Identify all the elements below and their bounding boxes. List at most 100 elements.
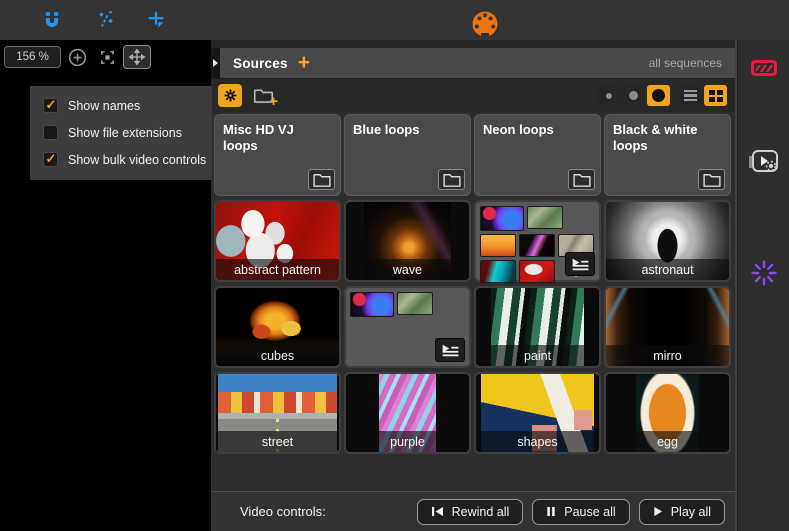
clip-cell[interactable]: wave [344, 200, 471, 282]
list-icon [684, 90, 697, 102]
mini-thumbnail[interactable] [480, 234, 516, 257]
clip-label: purple [346, 431, 469, 452]
view-mode-group [679, 85, 727, 106]
thumb-size-medium[interactable] [622, 85, 645, 106]
rewind-icon [431, 506, 444, 517]
menu-item-show-names[interactable]: Show names [30, 92, 212, 119]
clip-cell[interactable]: purple [344, 372, 471, 454]
list-view-button[interactable] [679, 85, 702, 106]
clip-cell[interactable]: street [214, 372, 341, 454]
clip-group-cell[interactable]: + [474, 200, 601, 282]
gear-icon [223, 88, 238, 103]
sources-grid-area: Misc HD VJ loops Blue loops Neon loops Blac… [211, 112, 735, 491]
rewind-all-button[interactable]: Rewind all [417, 499, 524, 525]
thumb-size-large[interactable] [647, 85, 670, 106]
canvas-panel: 156 % Show namesShow f [0, 40, 211, 531]
checkbox-checked[interactable] [43, 98, 58, 113]
midi-connector-icon[interactable] [470, 9, 500, 39]
grid-view-button[interactable] [704, 85, 727, 106]
thumb-size-group [597, 85, 670, 106]
clip-label: paint [476, 345, 599, 366]
folder-card[interactable]: Misc HD VJ loops [214, 114, 341, 196]
mini-thumbnail[interactable] [480, 260, 516, 283]
laser-hatch-icon[interactable] [751, 60, 777, 76]
grid-icon [709, 90, 723, 102]
video-controls-label: Video controls: [240, 504, 326, 519]
enqueue-button[interactable] [565, 252, 595, 276]
playlist-icon [571, 257, 590, 272]
clip-group-cell[interactable] [344, 286, 471, 368]
clip-label: shapes [476, 431, 599, 452]
pause-icon [546, 506, 556, 517]
magic-wand-icon[interactable] [94, 9, 118, 31]
video-controls-bar: Video controls: Rewind all Pause all [211, 491, 735, 531]
clip-label: abstract pattern [216, 259, 339, 280]
clip-cell[interactable]: astronaut [604, 200, 731, 282]
thumb-size-small[interactable] [597, 85, 620, 106]
mini-thumbnail[interactable] [527, 206, 563, 229]
right-sidebar [737, 40, 789, 531]
mini-thumbnail[interactable] [480, 206, 524, 231]
clip-cell[interactable]: mirro [604, 286, 731, 368]
mini-thumbnail[interactable] [519, 234, 555, 257]
folder-label: Neon loops [483, 122, 592, 138]
sources-toolbar: + [211, 78, 735, 112]
folder-label: Blue loops [353, 122, 462, 138]
menu-item-label: Show file extensions [68, 126, 182, 140]
view-settings-menu: Show names Show file extensions Show bulk … [30, 86, 212, 180]
new-folder-button[interactable]: + [253, 87, 274, 104]
mini-thumbnail[interactable] [350, 292, 394, 317]
play-icon [653, 506, 663, 517]
folder-card[interactable]: Neon loops [474, 114, 601, 196]
clip-cell[interactable]: shapes [474, 372, 601, 454]
clip-cell[interactable]: cubes [214, 286, 341, 368]
video-output-settings-icon[interactable] [747, 148, 781, 176]
chevron-right-icon [213, 59, 218, 67]
clip-label: street [216, 431, 339, 452]
zoom-level-field[interactable]: 156 % [4, 46, 61, 68]
sources-header: Sources + all sequences [211, 48, 735, 78]
folder-label: Black & white loops [613, 122, 722, 155]
menu-item-label: Show names [68, 99, 140, 113]
zoom-in-button[interactable] [67, 47, 88, 68]
magnet-icon[interactable] [40, 9, 64, 31]
sources-title: Sources [233, 56, 288, 71]
mini-thumbnail[interactable] [519, 260, 555, 283]
playlist-icon [441, 343, 460, 358]
clip-label: egg [606, 431, 729, 452]
clip-cell[interactable]: abstract pattern [214, 200, 341, 282]
play-all-button[interactable]: Play all [639, 499, 725, 525]
add-source-button[interactable]: + [298, 53, 310, 73]
sources-panel: Sources + all sequences [211, 40, 737, 531]
top-toolbar [0, 0, 789, 40]
menu-item-show-file-extensions[interactable]: Show file extensions [30, 119, 212, 146]
menu-item-show-bulk-video-controls[interactable]: Show bulk video controls [30, 146, 212, 173]
clip-label: wave [346, 259, 469, 280]
folder-card[interactable]: Black & white loops [604, 114, 731, 196]
folder-icon [572, 172, 592, 187]
clip-cell[interactable]: egg [604, 372, 731, 454]
clip-label: mirro [606, 345, 729, 366]
fit-view-button[interactable] [98, 49, 117, 66]
menu-item-label: Show bulk video controls [68, 153, 206, 167]
crosshair-icon[interactable] [144, 9, 168, 31]
folder-icon [312, 172, 332, 187]
spark-icon[interactable] [751, 260, 777, 286]
folder-icon [442, 172, 462, 187]
folder-card[interactable]: Blue loops [344, 114, 471, 196]
clip-label: astronaut [606, 259, 729, 280]
folder-icon [702, 172, 722, 187]
checkbox-unchecked[interactable] [43, 125, 58, 140]
pan-tool-button[interactable] [123, 45, 151, 69]
settings-gear-button[interactable] [218, 84, 242, 107]
enqueue-button[interactable] [435, 338, 465, 362]
checkbox-checked[interactable] [43, 152, 58, 167]
pause-all-button[interactable]: Pause all [532, 499, 629, 525]
mini-thumbnail[interactable] [397, 292, 433, 315]
zoom-level-value: 156 % [16, 51, 49, 63]
clip-label: cubes [216, 345, 339, 366]
clip-cell[interactable]: paint [474, 286, 601, 368]
folder-label: Misc HD VJ loops [223, 122, 332, 155]
collapse-panel-button[interactable] [211, 48, 220, 78]
all-sequences-label[interactable]: all sequences [649, 56, 722, 70]
